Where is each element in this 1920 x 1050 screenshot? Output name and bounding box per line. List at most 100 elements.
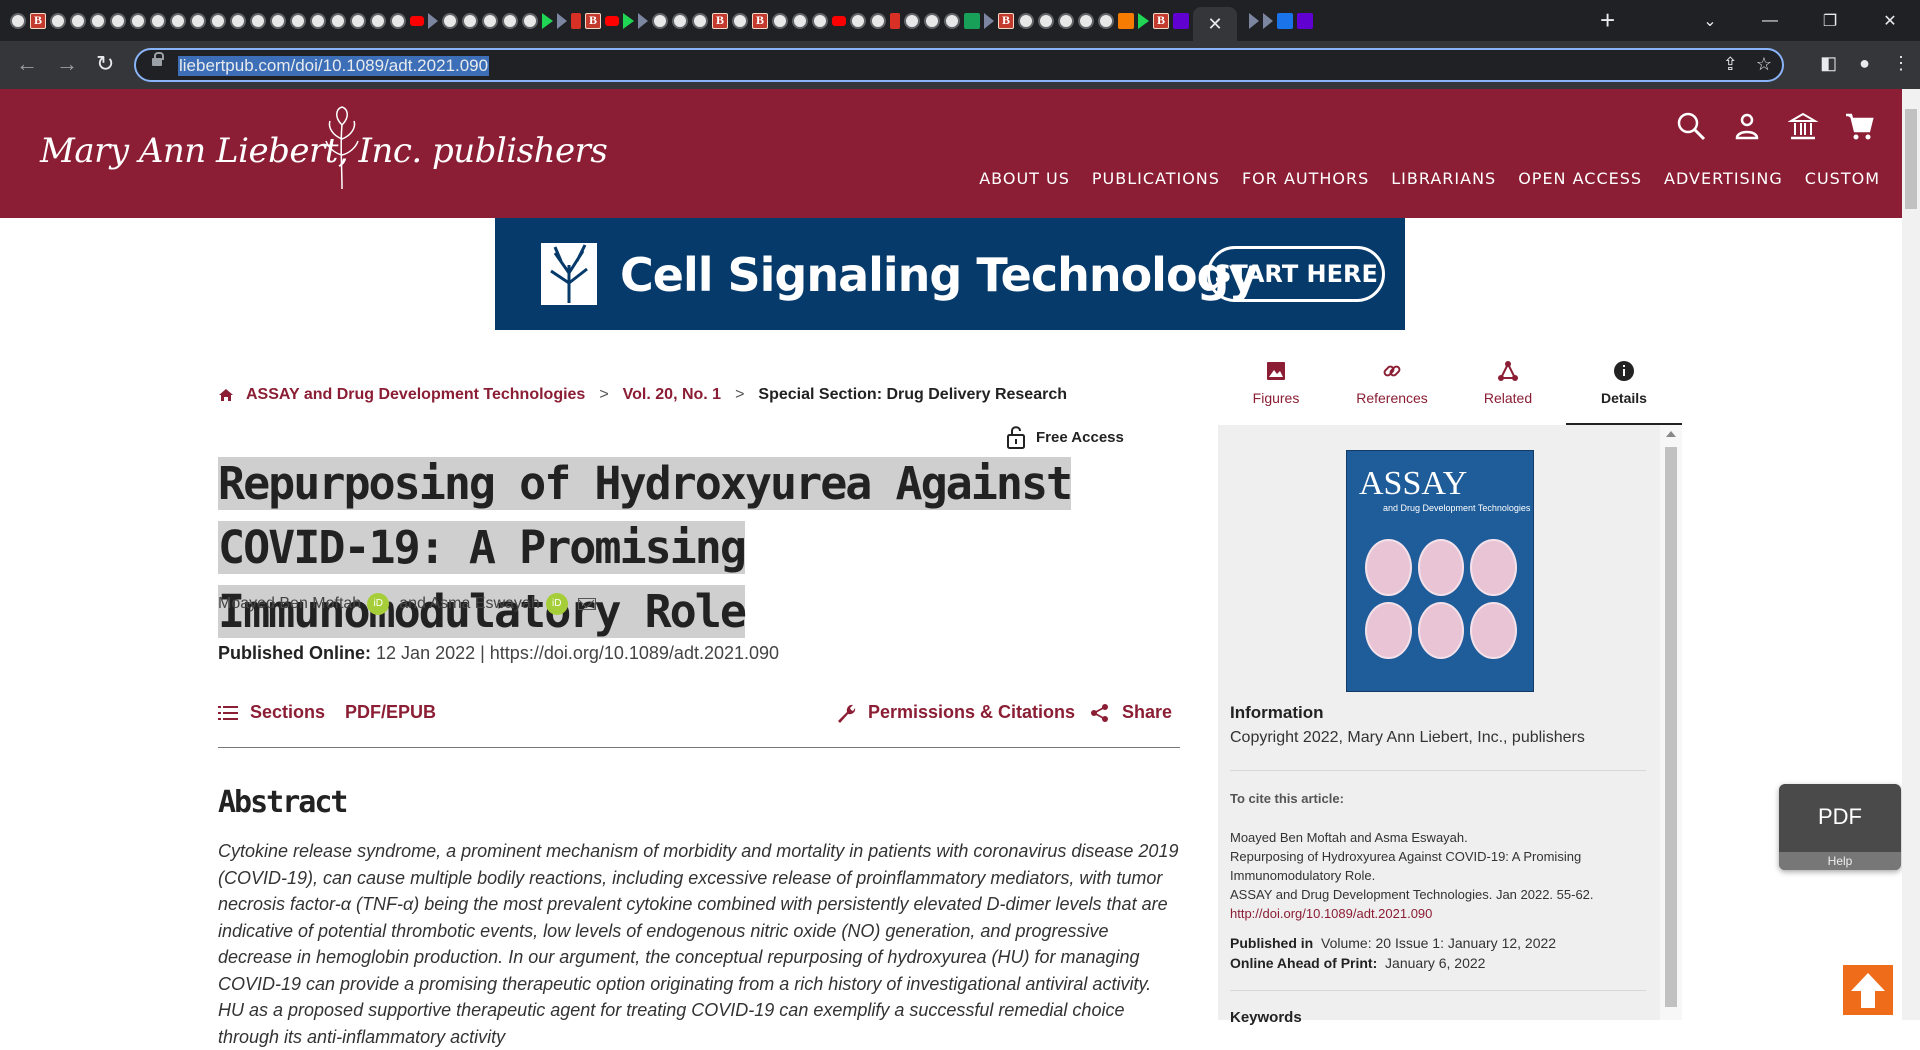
pdf-widget[interactable]: PDF Help bbox=[1779, 784, 1901, 870]
tab-favicon[interactable] bbox=[90, 12, 106, 29]
tab-favicon[interactable] bbox=[557, 12, 567, 29]
tab-favicon[interactable] bbox=[752, 12, 768, 29]
tab-favicon[interactable] bbox=[230, 12, 246, 29]
tab-favicon[interactable] bbox=[1098, 12, 1114, 29]
nav-advertising[interactable]: ADVERTISING bbox=[1664, 169, 1783, 188]
tab-favicon[interactable] bbox=[944, 12, 960, 29]
tab-details[interactable]: Details bbox=[1566, 352, 1682, 426]
tab-favicon[interactable] bbox=[904, 12, 920, 29]
active-tab[interactable]: ✕ bbox=[1193, 7, 1237, 41]
tab-favicon[interactable] bbox=[1153, 12, 1169, 29]
tab-favicon[interactable] bbox=[964, 12, 980, 29]
tab-favicon[interactable] bbox=[1277, 12, 1293, 29]
tab-favicon[interactable] bbox=[850, 12, 866, 29]
nav-custom[interactable]: CUSTOM bbox=[1805, 169, 1880, 188]
play-tab-favicon[interactable] bbox=[623, 12, 634, 29]
tab-favicon[interactable] bbox=[1078, 12, 1094, 29]
scroll-up-arrow-icon[interactable] bbox=[1666, 431, 1676, 437]
permissions-citations-button[interactable]: Permissions & Citations bbox=[836, 702, 1075, 723]
youtube-tab-favicon[interactable] bbox=[605, 15, 619, 26]
close-window-icon[interactable]: ✕ bbox=[1860, 11, 1920, 31]
play-tab-favicon[interactable] bbox=[1138, 12, 1149, 29]
ad-start-button[interactable]: START HERE bbox=[1207, 246, 1385, 302]
tab-favicon[interactable] bbox=[310, 12, 326, 29]
tab-search-icon[interactable]: ⌄ bbox=[1680, 11, 1740, 31]
tab-favicon[interactable] bbox=[652, 12, 668, 29]
tab-favicon[interactable] bbox=[30, 12, 46, 29]
tab-favicon[interactable] bbox=[70, 12, 86, 29]
author-name[interactable]: and Asma Eswayah bbox=[399, 595, 540, 613]
tab-figures[interactable]: Figures bbox=[1218, 352, 1334, 426]
panel-scrollbar[interactable] bbox=[1660, 425, 1682, 1020]
page-scrollbar[interactable] bbox=[1902, 89, 1920, 1020]
journal-cover[interactable]: ASSAY and Drug Development Technologies bbox=[1346, 450, 1534, 692]
tab-favicon[interactable] bbox=[290, 12, 306, 29]
tab-favicon[interactable] bbox=[270, 12, 286, 29]
tab-favicon[interactable] bbox=[585, 12, 601, 29]
tab-favicon[interactable] bbox=[428, 12, 438, 29]
tab-favicon[interactable] bbox=[692, 12, 708, 29]
tab-favicon[interactable] bbox=[998, 12, 1014, 29]
tab-favicon[interactable] bbox=[870, 12, 886, 29]
youtube-tab-favicon[interactable] bbox=[832, 15, 846, 26]
tab-favicon[interactable] bbox=[330, 12, 346, 29]
help-button[interactable]: Help bbox=[1779, 852, 1901, 870]
tab-favicon[interactable] bbox=[390, 12, 406, 29]
tab-favicon[interactable] bbox=[984, 12, 994, 29]
tab-favicon[interactable] bbox=[792, 12, 808, 29]
tab-favicon[interactable] bbox=[772, 12, 788, 29]
tab-related[interactable]: Related bbox=[1450, 352, 1566, 426]
nav-open-access[interactable]: OPEN ACCESS bbox=[1518, 169, 1642, 188]
nav-about-us[interactable]: ABOUT US bbox=[979, 169, 1070, 188]
play-tab-favicon[interactable] bbox=[542, 12, 553, 29]
tab-favicon[interactable] bbox=[1263, 12, 1273, 29]
institution-icon[interactable] bbox=[1788, 111, 1818, 141]
close-tab-icon[interactable]: ✕ bbox=[1207, 14, 1222, 35]
pdf-epub-button[interactable]: PDF/EPUB bbox=[345, 702, 436, 723]
breadcrumb-volume[interactable]: Vol. 20, No. 1 bbox=[623, 386, 721, 404]
address-bar[interactable]: liebertpub.com/doi/10.1089/adt.2021.090 … bbox=[134, 48, 1784, 82]
tab-favicon[interactable] bbox=[370, 12, 386, 29]
forward-icon[interactable]: → bbox=[56, 53, 78, 75]
tab-favicon[interactable] bbox=[672, 12, 688, 29]
cart-icon[interactable] bbox=[1844, 111, 1874, 141]
tab-favicon[interactable] bbox=[462, 12, 478, 29]
tab-favicon[interactable] bbox=[812, 12, 828, 29]
published-value[interactable]: 12 Jan 2022 | https://doi.org/10.1089/ad… bbox=[376, 643, 779, 663]
tab-references[interactable]: References bbox=[1334, 352, 1450, 426]
breadcrumb-journal[interactable]: ASSAY and Drug Development Technologies bbox=[246, 386, 585, 404]
author-name[interactable]: Moayed Ben Moftah bbox=[218, 595, 361, 613]
tab-favicon[interactable] bbox=[1018, 12, 1034, 29]
tab-favicon[interactable] bbox=[130, 12, 146, 29]
yahoo-tab-favicon[interactable] bbox=[1297, 12, 1313, 29]
panel-scrollbar-thumb[interactable] bbox=[1665, 447, 1677, 1007]
back-icon[interactable]: ← bbox=[16, 53, 38, 75]
advertisement-banner[interactable]: Cell Signaling Technology START HERE bbox=[495, 218, 1405, 330]
tab-favicon[interactable] bbox=[712, 12, 728, 29]
reload-icon[interactable]: ↻ bbox=[96, 53, 114, 75]
tab-favicon[interactable] bbox=[170, 12, 186, 29]
bookmark-star-icon[interactable]: ☆ bbox=[1756, 54, 1772, 75]
side-panel-icon[interactable]: ◧ bbox=[1820, 53, 1837, 74]
new-tab-button[interactable]: + bbox=[1600, 6, 1615, 34]
cite-doi-link[interactable]: http://doi.org/10.1089/adt.2021.090 bbox=[1230, 906, 1432, 921]
tab-favicon[interactable] bbox=[924, 12, 940, 29]
tab-favicon[interactable] bbox=[250, 12, 266, 29]
tab-favicon[interactable] bbox=[50, 12, 66, 29]
tab-favicon[interactable] bbox=[442, 12, 458, 29]
tab-favicon[interactable] bbox=[110, 12, 126, 29]
sections-button[interactable]: Sections bbox=[218, 702, 325, 723]
home-icon[interactable] bbox=[218, 387, 234, 403]
youtube-tab-favicon[interactable] bbox=[410, 15, 424, 26]
lock-icon[interactable] bbox=[152, 52, 164, 66]
email-icon[interactable] bbox=[577, 598, 596, 610]
page-scrollbar-thumb[interactable] bbox=[1905, 109, 1917, 209]
restore-icon[interactable]: ❐ bbox=[1800, 11, 1860, 31]
profile-icon[interactable]: ● bbox=[1859, 53, 1870, 74]
nav-publications[interactable]: PUBLICATIONS bbox=[1092, 169, 1220, 188]
minimize-icon[interactable]: — bbox=[1740, 12, 1800, 30]
tab-favicon[interactable] bbox=[350, 12, 366, 29]
url-text[interactable]: liebertpub.com/doi/10.1089/adt.2021.090 bbox=[178, 56, 490, 76]
back-to-top-button[interactable] bbox=[1843, 965, 1893, 1015]
tab-favicon[interactable] bbox=[150, 12, 166, 29]
